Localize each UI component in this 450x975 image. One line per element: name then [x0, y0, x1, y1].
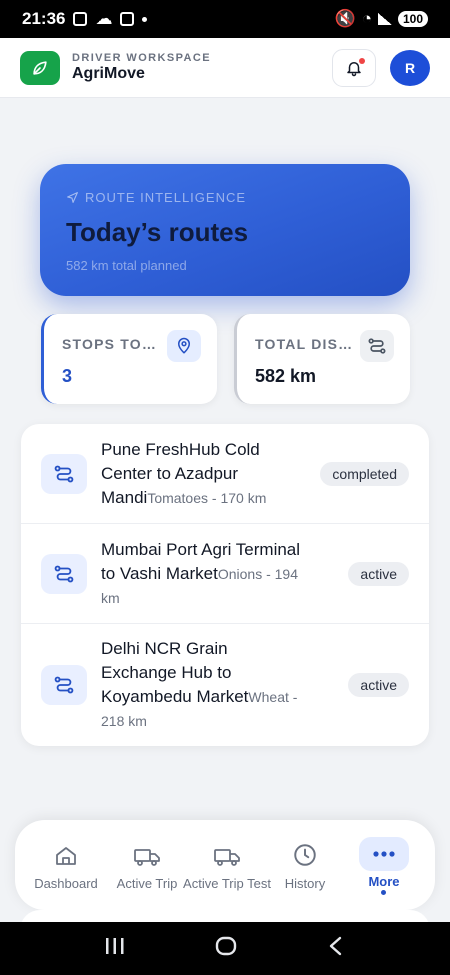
workspace-eyebrow: DRIVER WORKSPACE: [72, 52, 211, 64]
mute-icon: 🔇: [334, 9, 356, 28]
nav-active-trip[interactable]: Active Trip: [113, 840, 181, 891]
screenshot-icon: [73, 12, 88, 26]
total-distance-card: TOTAL DIST... 582 km: [234, 314, 410, 404]
back-button[interactable]: [326, 935, 346, 962]
route-list: Pune FreshHub Cold Center to Azadpur Man…: [21, 424, 429, 746]
stat-value: 582 km: [255, 366, 317, 386]
home-icon: [33, 840, 99, 868]
clock-icon: [277, 840, 333, 868]
stat-label: STOPS TOD...: [62, 336, 167, 352]
status-badge: completed: [320, 461, 409, 486]
route-item[interactable]: Mumbai Port Agri Terminal to Vashi Marke…: [21, 523, 429, 623]
route-title: Delhi NCR Grain Exchange Hub to Koyambed…: [101, 639, 249, 706]
system-nav-bar: [0, 922, 450, 975]
battery-indicator: 100: [397, 11, 428, 27]
cloud-icon: ☁: [95, 9, 113, 28]
unread-dot: [359, 57, 365, 64]
routes-hero-card: ROUTE INTELLIGENCE Today’s routes 582 km…: [40, 164, 410, 296]
map-pin-icon: [167, 330, 201, 362]
status-badge: active: [348, 673, 409, 697]
nav-label: History: [284, 876, 326, 891]
truck-icon: [181, 840, 273, 868]
route-icon: [360, 330, 394, 362]
hero-subtitle: 582 km total planned: [66, 258, 187, 273]
nav-label: Active Trip: [116, 876, 178, 891]
status-bar: 21:36 ☁ 🔇 ◔ 100: [0, 0, 450, 38]
route-icon: [41, 553, 87, 594]
app-title: AgriMove: [72, 65, 145, 82]
navigation-arrow-icon: [67, 192, 78, 203]
notification-dot-icon: [142, 16, 148, 22]
stops-today-card: STOPS TOD... 3: [41, 314, 217, 404]
status-time: 21:36: [22, 9, 66, 28]
recent-apps-button[interactable]: [104, 936, 126, 961]
signal-icon: [377, 13, 392, 25]
active-indicator: [381, 890, 386, 895]
more-icon: [373, 851, 395, 857]
stat-value: 3: [62, 366, 73, 386]
route-icon: [41, 453, 87, 494]
recent-apps-icon: [106, 938, 124, 954]
status-badge: active: [348, 561, 409, 586]
nav-active-trip-test[interactable]: Active Trip Test: [181, 840, 273, 891]
nav-more[interactable]: [359, 837, 409, 871]
home-circle-icon: [215, 936, 237, 956]
back-chevron-icon: [329, 936, 342, 956]
route-meta: Tomatoes - 170 km: [147, 489, 267, 506]
nav-label: Active Trip Test: [183, 876, 271, 891]
home-button[interactable]: [214, 934, 238, 963]
notifications-button[interactable]: [332, 48, 376, 87]
nav-dashboard[interactable]: Dashboard: [33, 840, 99, 891]
leaf-logo-icon: [20, 50, 60, 85]
nav-label: Dashboard: [34, 876, 98, 891]
bottom-nav: Dashboard Active Trip Active Trip Test H…: [15, 820, 435, 910]
hero-eyebrow: ROUTE INTELLIGENCE: [85, 190, 247, 205]
app-header: DRIVER WORKSPACE AgriMove R: [0, 38, 450, 98]
user-avatar[interactable]: R: [390, 49, 430, 86]
nav-label-more: More: [368, 874, 400, 889]
stat-label: TOTAL DIST...: [255, 336, 360, 352]
route-item[interactable]: Pune FreshHub Cold Center to Azadpur Man…: [21, 424, 429, 523]
route-icon: [41, 665, 87, 705]
check-icon: [120, 12, 135, 26]
nav-history[interactable]: History: [277, 840, 333, 891]
truck-icon: [113, 840, 181, 868]
hero-title: Today’s routes: [66, 217, 249, 247]
route-item[interactable]: Delhi NCR Grain Exchange Hub to Koyambed…: [21, 623, 429, 746]
wifi-icon: ◔: [361, 9, 372, 28]
